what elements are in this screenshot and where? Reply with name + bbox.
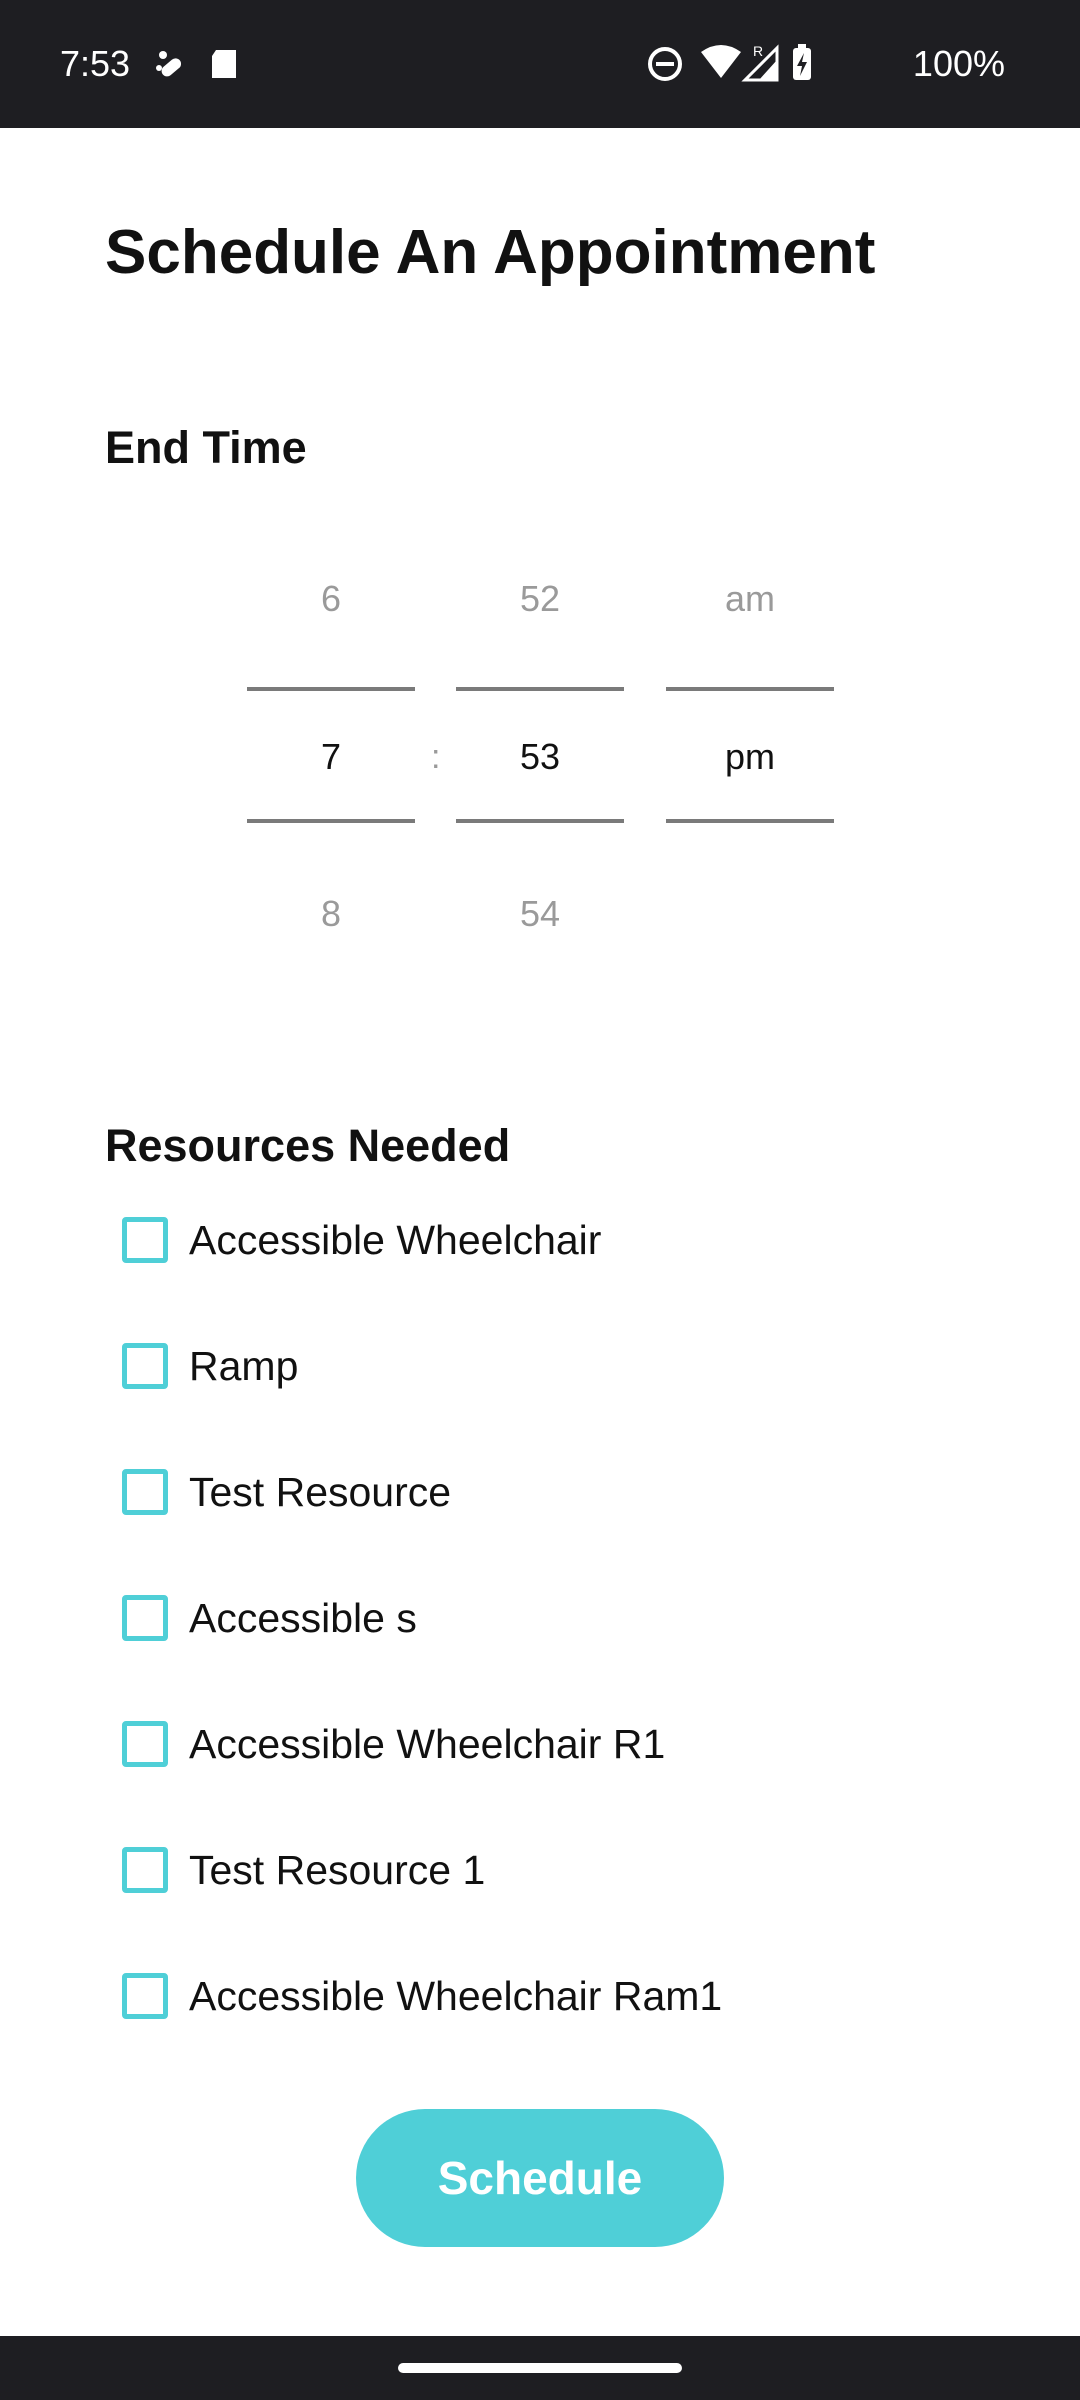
status-left-icons — [156, 50, 236, 78]
status-right-icons: R — [648, 43, 811, 82]
schedule-button[interactable]: Schedule — [356, 2109, 724, 2247]
minute-current[interactable]: 53 — [456, 732, 624, 782]
schedule-appointment-screen: Schedule An Appointment End Time 6 7 8 :… — [0, 128, 1080, 2336]
sd-card-icon — [212, 50, 236, 78]
minute-divider-top — [456, 687, 624, 691]
period-current[interactable]: pm — [666, 732, 834, 782]
battery-charging-icon — [793, 44, 811, 80]
checkbox[interactable] — [122, 1721, 168, 1767]
svg-text:R: R — [753, 43, 763, 59]
checkbox[interactable] — [122, 1469, 168, 1515]
resource-item-ramp[interactable]: Ramp — [105, 1326, 985, 1406]
minute-prev[interactable]: 52 — [456, 574, 624, 624]
period-divider-bottom — [666, 819, 834, 823]
resource-label: Test Resource 1 — [189, 1847, 486, 1893]
pill-icon — [156, 51, 182, 77]
checkbox[interactable] — [122, 1217, 168, 1263]
wifi-icon — [701, 45, 741, 78]
checkbox[interactable] — [122, 1595, 168, 1641]
do-not-disturb-icon — [648, 47, 682, 81]
checkbox[interactable] — [122, 1847, 168, 1893]
resource-label: Accessible Wheelchair R1 — [189, 1721, 666, 1767]
checkbox[interactable] — [122, 1973, 168, 2019]
status-time: 7:53 — [60, 43, 131, 84]
hour-divider-top — [247, 687, 415, 691]
home-gesture-handle[interactable] — [398, 2363, 682, 2373]
status-bar: 7:53 R 100% — [0, 0, 1080, 128]
resource-label: Accessible Wheelchair — [189, 1217, 602, 1263]
hour-divider-bottom — [247, 819, 415, 823]
resource-item-test-resource-1[interactable]: Test Resource 1 — [105, 1830, 985, 1910]
hour-current[interactable]: 7 — [247, 732, 415, 782]
resource-label: Ramp — [189, 1343, 299, 1389]
signal-roaming-icon: R — [741, 43, 779, 82]
resource-item-accessible-wheelchair[interactable]: Accessible Wheelchair — [105, 1200, 985, 1280]
resource-label: Accessible Wheelchair Ram1 — [189, 1973, 723, 2019]
period-prev[interactable]: am — [666, 574, 834, 624]
minute-next[interactable]: 54 — [456, 889, 624, 939]
resource-item-accessible-wheelchair-r1[interactable]: Accessible Wheelchair R1 — [105, 1704, 985, 1784]
resource-item-test-resource[interactable]: Test Resource — [105, 1452, 985, 1532]
hour-prev[interactable]: 6 — [247, 574, 415, 624]
page-title: Schedule An Appointment — [105, 218, 876, 287]
checkbox[interactable] — [122, 1343, 168, 1389]
hour-next[interactable]: 8 — [247, 889, 415, 939]
resource-item-accessible-s[interactable]: Accessible s — [105, 1578, 985, 1658]
resource-label: Accessible s — [189, 1595, 417, 1641]
resource-item-accessible-wheelchair-ram1[interactable]: Accessible Wheelchair Ram1 — [105, 1956, 985, 2036]
resources-needed-label: Resources Needed — [105, 1120, 511, 1171]
minute-divider-bottom — [456, 819, 624, 823]
navigation-bar — [0, 2336, 1080, 2400]
end-time-label: End Time — [105, 422, 307, 473]
period-divider-top — [666, 687, 834, 691]
battery-percent: 100% — [912, 43, 1005, 84]
time-separator: : — [431, 738, 441, 776]
resource-label: Test Resource — [189, 1469, 452, 1515]
